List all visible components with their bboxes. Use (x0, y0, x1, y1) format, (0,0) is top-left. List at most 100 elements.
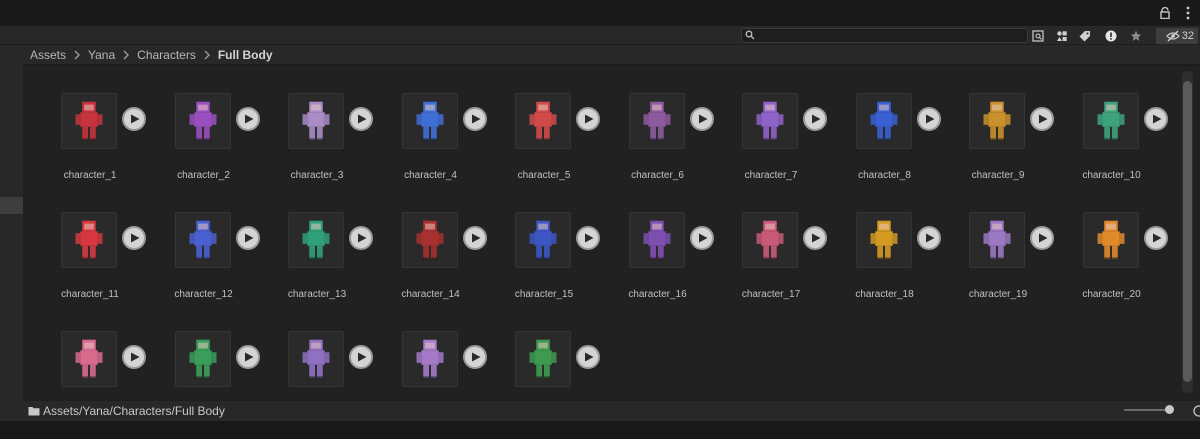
scrollbar-thumb[interactable] (1183, 81, 1192, 382)
play-animation-button[interactable] (689, 226, 714, 250)
folder-tree-panel[interactable] (0, 45, 23, 439)
play-animation-button[interactable] (349, 226, 373, 250)
label-filter-button[interactable] (1075, 28, 1095, 44)
play-animation-button[interactable] (462, 107, 487, 131)
asset-thumbnail[interactable] (288, 331, 344, 387)
asset-thumbnail[interactable] (969, 212, 1025, 268)
play-animation-button[interactable] (349, 107, 373, 131)
asset-thumbnail[interactable] (174, 212, 231, 268)
breadcrumb-yana[interactable]: Yana (86, 48, 117, 62)
play-animation-button[interactable] (916, 107, 941, 131)
type-filter-button[interactable] (1052, 28, 1072, 44)
asset-item[interactable]: character_10 (1073, 93, 1175, 193)
play-animation-button[interactable] (122, 107, 146, 131)
breadcrumb-full-body[interactable]: Full Body (216, 48, 275, 62)
character-sprite-icon (529, 339, 557, 380)
play-animation-button[interactable] (576, 226, 600, 250)
asset-item[interactable]: character_5 (505, 93, 607, 193)
play-animation-button[interactable] (1143, 226, 1168, 250)
asset-item[interactable]: character_18 (846, 212, 948, 312)
asset-item[interactable]: character_23 (278, 331, 380, 400)
asset-thumbnail[interactable] (969, 93, 1025, 149)
asset-thumbnail[interactable] (401, 331, 458, 387)
asset-item[interactable]: character_25 (505, 331, 607, 400)
asset-thumbnail[interactable] (855, 212, 912, 268)
panel-edge-icon[interactable] (1190, 405, 1200, 417)
play-animation-button[interactable] (576, 107, 600, 131)
play-animation-button[interactable] (122, 226, 146, 250)
asset-item[interactable]: character_1 (51, 93, 153, 193)
issues-filter-button[interactable] (1101, 28, 1121, 44)
asset-item[interactable]: character_8 (846, 93, 948, 193)
play-icon (358, 352, 367, 362)
play-animation-button[interactable] (1030, 226, 1054, 250)
asset-thumbnail[interactable] (401, 212, 458, 268)
play-animation-button[interactable] (689, 107, 714, 131)
breadcrumb-assets[interactable]: Assets (28, 48, 68, 62)
asset-thumbnail[interactable] (61, 331, 117, 387)
lock-icon[interactable] (1160, 7, 1170, 19)
asset-thumbnail[interactable] (515, 93, 571, 149)
asset-item[interactable]: character_22 (165, 331, 267, 400)
asset-thumbnail[interactable] (174, 93, 231, 149)
asset-item[interactable]: character_19 (959, 212, 1061, 312)
asset-item[interactable]: character_6 (619, 93, 721, 193)
asset-item[interactable]: character_20 (1073, 212, 1175, 312)
more-options-icon[interactable] (1186, 6, 1190, 20)
asset-thumbnail[interactable] (174, 331, 231, 387)
folder-icon (28, 407, 40, 416)
asset-thumbnail[interactable] (628, 212, 685, 268)
play-animation-button[interactable] (235, 226, 260, 250)
asset-item[interactable]: character_15 (505, 212, 607, 312)
play-animation-button[interactable] (576, 345, 600, 369)
play-animation-button[interactable] (916, 226, 941, 250)
asset-thumbnail[interactable] (61, 93, 117, 149)
asset-thumbnail[interactable] (742, 93, 798, 149)
asset-thumbnail[interactable] (1082, 93, 1139, 149)
asset-thumbnail[interactable] (515, 212, 571, 268)
play-animation-button[interactable] (235, 345, 260, 369)
asset-item[interactable]: character_2 (165, 93, 267, 193)
asset-thumbnail[interactable] (515, 331, 571, 387)
asset-item[interactable]: character_14 (392, 212, 494, 312)
asset-thumbnail[interactable] (401, 93, 458, 149)
breadcrumb-characters[interactable]: Characters (135, 48, 198, 62)
asset-item[interactable]: character_16 (619, 212, 721, 312)
play-animation-button[interactable] (1030, 107, 1054, 131)
asset-grid-scrollbar[interactable] (1177, 66, 1200, 400)
asset-thumbnail[interactable] (855, 93, 912, 149)
play-animation-button[interactable] (1143, 107, 1168, 131)
asset-thumbnail[interactable] (1082, 212, 1139, 268)
play-animation-button[interactable] (349, 345, 373, 369)
play-animation-button[interactable] (803, 107, 827, 131)
asset-item[interactable]: character_9 (959, 93, 1061, 193)
asset-item[interactable]: character_7 (732, 93, 834, 193)
selected-folder-row[interactable] (0, 197, 23, 214)
asset-item[interactable]: character_11 (51, 212, 153, 312)
play-animation-button[interactable] (462, 226, 487, 250)
asset-thumbnail[interactable] (288, 93, 344, 149)
issues-filter-icon (1105, 30, 1117, 42)
asset-item[interactable]: character_17 (732, 212, 834, 312)
scene-search-button[interactable] (1028, 28, 1048, 44)
asset-item[interactable]: character_21 (51, 331, 153, 400)
asset-item[interactable]: character_24 (392, 331, 494, 400)
asset-thumbnail[interactable] (61, 212, 117, 268)
play-animation-button[interactable] (462, 345, 487, 369)
hidden-packages-toggle[interactable]: 32 (1156, 28, 1198, 44)
play-icon (471, 114, 480, 124)
play-animation-button[interactable] (122, 345, 146, 369)
asset-item[interactable]: character_13 (278, 212, 380, 312)
asset-thumbnail[interactable] (742, 212, 798, 268)
asset-thumbnail[interactable] (628, 93, 685, 149)
search-input[interactable] (741, 28, 1028, 43)
asset-item[interactable]: character_3 (278, 93, 380, 193)
favorite-button[interactable] (1126, 28, 1146, 44)
play-animation-button[interactable] (803, 226, 827, 250)
asset-thumbnail[interactable] (288, 212, 344, 268)
play-animation-button[interactable] (235, 107, 260, 131)
asset-item[interactable]: character_12 (165, 212, 267, 312)
play-icon (471, 233, 480, 243)
thumbnail-size-slider-handle[interactable] (1165, 405, 1174, 414)
asset-item[interactable]: character_4 (392, 93, 494, 193)
